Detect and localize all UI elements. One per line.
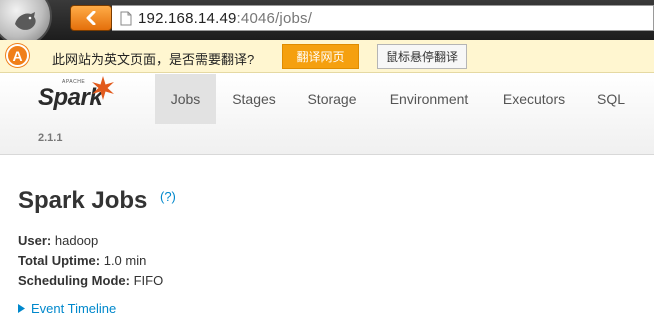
summary-value: hadoop <box>54 233 99 248</box>
job-summary: User: hadoop Total Uptime: 1.0 min Sched… <box>18 231 163 291</box>
summary-scheduling-mode: Scheduling Mode: FIFO <box>18 271 163 291</box>
back-arrow-icon <box>86 11 96 25</box>
event-timeline-toggle[interactable]: Event Timeline <box>18 301 116 316</box>
url-path: :4046/jobs/ <box>236 9 313 27</box>
translate-icon: A <box>6 44 29 67</box>
translate-bar: A 此网站为英文页面，是否需要翻译? 翻译网页 鼠标悬停翻译 <box>0 40 654 73</box>
spark-navbar: APACHE Spark 2.1.1 Jobs Stages Storage E… <box>0 73 654 155</box>
spark-logo[interactable]: APACHE Spark <box>36 76 126 119</box>
url-host: 192.168.14.49 <box>138 9 237 27</box>
expand-arrow-icon <box>18 304 25 313</box>
summary-value: FIFO <box>133 273 164 288</box>
url-text: 192.168.14.49:4046/jobs/ <box>138 10 312 27</box>
hover-translate-button[interactable]: 鼠标悬停翻译 <box>377 44 467 69</box>
tab-sql[interactable]: SQL <box>588 74 634 124</box>
tab-storage[interactable]: Storage <box>298 74 366 124</box>
tab-environment[interactable]: Environment <box>378 74 480 124</box>
event-timeline-label: Event Timeline <box>31 301 117 316</box>
browser-toolbar: 192.168.14.49:4046/jobs/ <box>0 0 654 46</box>
translate-message: 此网站为英文页面，是否需要翻译? <box>52 52 255 67</box>
summary-user: User: hadoop <box>18 231 163 251</box>
spark-version: 2.1.1 <box>38 132 63 144</box>
page-title: Spark Jobs <box>18 187 148 214</box>
summary-value: 1.0 min <box>103 253 147 268</box>
summary-label: Total Uptime: <box>18 253 101 268</box>
help-link[interactable]: (?) <box>160 189 176 204</box>
spark-star-icon <box>92 76 114 100</box>
tab-stages[interactable]: Stages <box>222 74 286 124</box>
translate-page-button[interactable]: 翻译网页 <box>282 44 359 69</box>
tab-executors[interactable]: Executors <box>492 74 576 124</box>
back-button[interactable] <box>70 5 112 31</box>
tab-jobs[interactable]: Jobs <box>155 74 216 124</box>
address-bar[interactable]: 192.168.14.49:4046/jobs/ <box>112 5 654 31</box>
page-icon <box>120 11 132 25</box>
summary-label: User: <box>18 233 52 248</box>
summary-uptime: Total Uptime: 1.0 min <box>18 251 163 271</box>
summary-label: Scheduling Mode: <box>18 273 130 288</box>
